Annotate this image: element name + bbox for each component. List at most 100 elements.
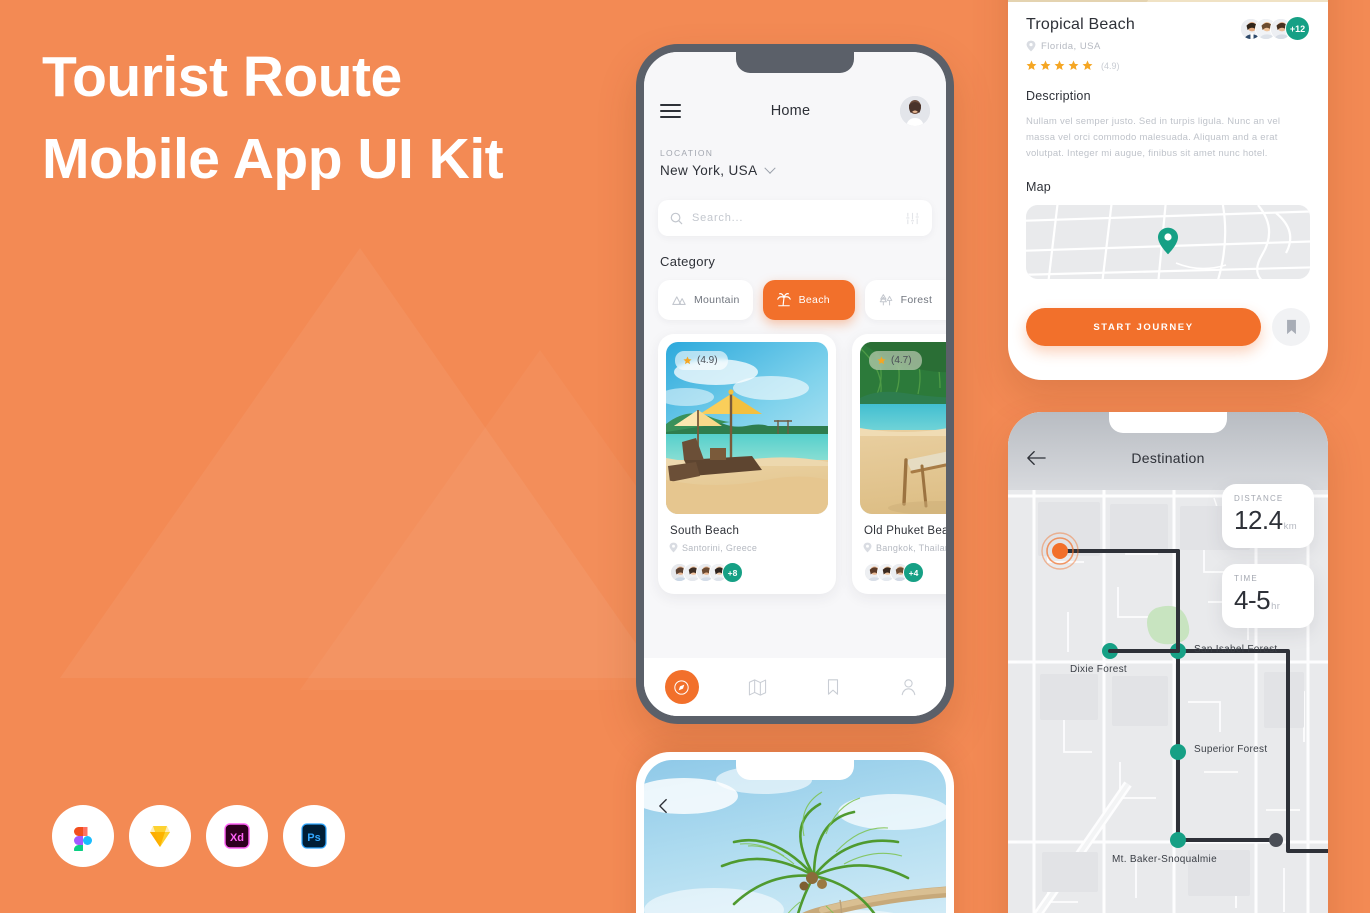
detail-location: Florida, USA bbox=[1026, 40, 1135, 52]
start-journey-button[interactable]: START JOURNEY bbox=[1026, 308, 1261, 346]
place-location-text: Santorini, Greece bbox=[682, 542, 758, 553]
phone-notch bbox=[1109, 412, 1227, 433]
search-icon bbox=[670, 212, 683, 224]
hamburger-menu-icon[interactable] bbox=[660, 104, 681, 118]
place-name: South Beach bbox=[670, 525, 740, 537]
place-location: Bangkok, Thailand bbox=[863, 542, 954, 553]
rating-stars: (4.9) bbox=[1026, 60, 1135, 71]
category-chip-mountain[interactable]: Mountain bbox=[658, 280, 753, 320]
nav-bookmark-icon[interactable] bbox=[816, 670, 850, 704]
place-location: Santorini, Greece bbox=[669, 542, 828, 553]
avatar-more-count: +4 bbox=[903, 562, 924, 583]
rating-badge: (4.9) bbox=[675, 351, 728, 370]
home-topbar: Home bbox=[644, 90, 946, 132]
waypoint-dot bbox=[1170, 744, 1186, 760]
category-chip-beach[interactable]: Beach bbox=[762, 280, 855, 320]
waypoint-label-dixie: Dixie Forest bbox=[1070, 664, 1127, 675]
place-photo: (4.9) bbox=[666, 342, 828, 514]
bookmark-button[interactable] bbox=[1272, 308, 1310, 346]
attendee-avatars[interactable]: +8 bbox=[670, 562, 828, 583]
chip-label: Beach bbox=[798, 294, 830, 306]
map-pin-icon bbox=[669, 542, 678, 553]
description-heading: Description bbox=[1026, 89, 1091, 103]
adobe-xd-icon[interactable]: Xd bbox=[206, 805, 268, 867]
place-card[interactable]: (4.9) South Beach Santorini, Greece +8 bbox=[658, 334, 836, 594]
category-chip-list: Mountain Beach Forest bbox=[658, 280, 946, 320]
nav-map-icon[interactable] bbox=[740, 670, 774, 704]
screen-title: Home bbox=[770, 103, 811, 119]
category-chip-forest[interactable]: Forest bbox=[864, 280, 946, 320]
destination-phone-mockup: Destination DISTANCE 12.4km TIME 4-5hr D… bbox=[1008, 412, 1328, 913]
tree-icon bbox=[879, 294, 892, 306]
location-selector[interactable]: LOCATION New York, USA bbox=[660, 148, 776, 178]
star-icon bbox=[1054, 60, 1065, 70]
description-text: Nullam vel semper justo. Sed in turpis l… bbox=[1026, 116, 1281, 159]
page-title: Tourist Route Mobile App UI Kit bbox=[42, 36, 602, 200]
hero-line-2: Mobile App UI Kit bbox=[42, 127, 504, 191]
star-icon bbox=[877, 356, 886, 365]
star-icon bbox=[1026, 60, 1037, 70]
detail-actions: START JOURNEY bbox=[1026, 308, 1310, 346]
mountain-icon bbox=[672, 296, 686, 305]
map-heading: Map bbox=[1026, 180, 1051, 194]
map-preview[interactable] bbox=[1026, 205, 1310, 279]
user-avatar[interactable] bbox=[900, 96, 930, 126]
waypoint-label-superior: Superior Forest bbox=[1194, 744, 1268, 755]
place-card-list: (4.9) South Beach Santorini, Greece +8 (… bbox=[658, 334, 954, 594]
waypoint-dot bbox=[1170, 832, 1186, 848]
nav-compass-icon[interactable] bbox=[664, 670, 699, 704]
star-icon bbox=[1082, 60, 1093, 70]
photoshop-icon[interactable]: Ps bbox=[283, 805, 345, 867]
sketch-icon[interactable] bbox=[129, 805, 191, 867]
detail-title: Tropical Beach bbox=[1026, 16, 1135, 33]
chip-label: Mountain bbox=[694, 294, 740, 306]
svg-text:Ps: Ps bbox=[307, 832, 320, 844]
nav-profile-icon[interactable] bbox=[891, 670, 925, 704]
phone-notch bbox=[736, 52, 854, 73]
star-icon bbox=[1040, 60, 1051, 70]
rating-value: (4.9) bbox=[697, 355, 718, 366]
search-placeholder: Search... bbox=[692, 212, 744, 224]
detail-phone-mockup: Tropical Beach Florida, USA (4.9) +12 De… bbox=[1008, 0, 1328, 380]
waypoint-label-mt-baker: Mt. Baker-Snoqualmie bbox=[1112, 854, 1217, 865]
bookmark-icon bbox=[1286, 319, 1296, 335]
back-arrow-icon[interactable] bbox=[658, 798, 678, 814]
figma-icon[interactable] bbox=[52, 805, 114, 867]
place-location-text: Bangkok, Thailand bbox=[876, 542, 954, 553]
place-name: Old Phuket Beach bbox=[864, 525, 954, 537]
attendee-avatars[interactable]: +4 bbox=[864, 562, 946, 583]
mountain-shape-icon bbox=[60, 248, 660, 678]
category-heading: Category bbox=[660, 254, 716, 269]
rating-value: (4.9) bbox=[1101, 60, 1120, 71]
location-label: LOCATION bbox=[660, 148, 714, 158]
rating-value: (4.7) bbox=[891, 355, 912, 366]
detail-location-text: Florida, USA bbox=[1041, 40, 1101, 52]
destination-dot bbox=[1269, 833, 1283, 847]
avatar-more-count: +12 bbox=[1285, 16, 1310, 41]
route-markers bbox=[1041, 532, 1283, 848]
waypoint-label-san-isabel: San Isabel Forest bbox=[1194, 644, 1278, 655]
place-photo: (4.7) bbox=[860, 342, 946, 514]
app-format-badges: Xd Ps bbox=[52, 805, 345, 867]
home-phone-mockup: Home LOCATION New York, USA Search... Ca… bbox=[636, 44, 954, 724]
chevron-down-icon[interactable] bbox=[763, 162, 776, 174]
avatar-more-count: +8 bbox=[722, 562, 743, 583]
phone-notch bbox=[736, 760, 854, 780]
photo-hero bbox=[644, 760, 946, 913]
photo-phone-mockup bbox=[636, 752, 954, 913]
map-pin-icon bbox=[1026, 40, 1036, 52]
filter-icon[interactable] bbox=[905, 211, 920, 226]
detail-attendee-avatars[interactable]: +12 bbox=[1240, 16, 1310, 41]
place-card[interactable]: (4.7) Old Phuket Beach Bangkok, Thailand… bbox=[852, 334, 954, 594]
search-input[interactable]: Search... bbox=[658, 200, 932, 236]
map-pin-icon bbox=[863, 542, 872, 553]
route-line bbox=[1058, 549, 1278, 842]
star-icon bbox=[1068, 60, 1079, 70]
chip-label: Forest bbox=[900, 294, 933, 306]
location-value: New York, USA bbox=[660, 163, 758, 178]
palm-icon bbox=[776, 293, 791, 307]
bottom-navigation bbox=[644, 658, 946, 716]
hero-line-1: Tourist Route bbox=[42, 45, 402, 109]
detail-header: Tropical Beach Florida, USA (4.9) +12 bbox=[1026, 16, 1310, 71]
star-icon bbox=[683, 356, 692, 365]
